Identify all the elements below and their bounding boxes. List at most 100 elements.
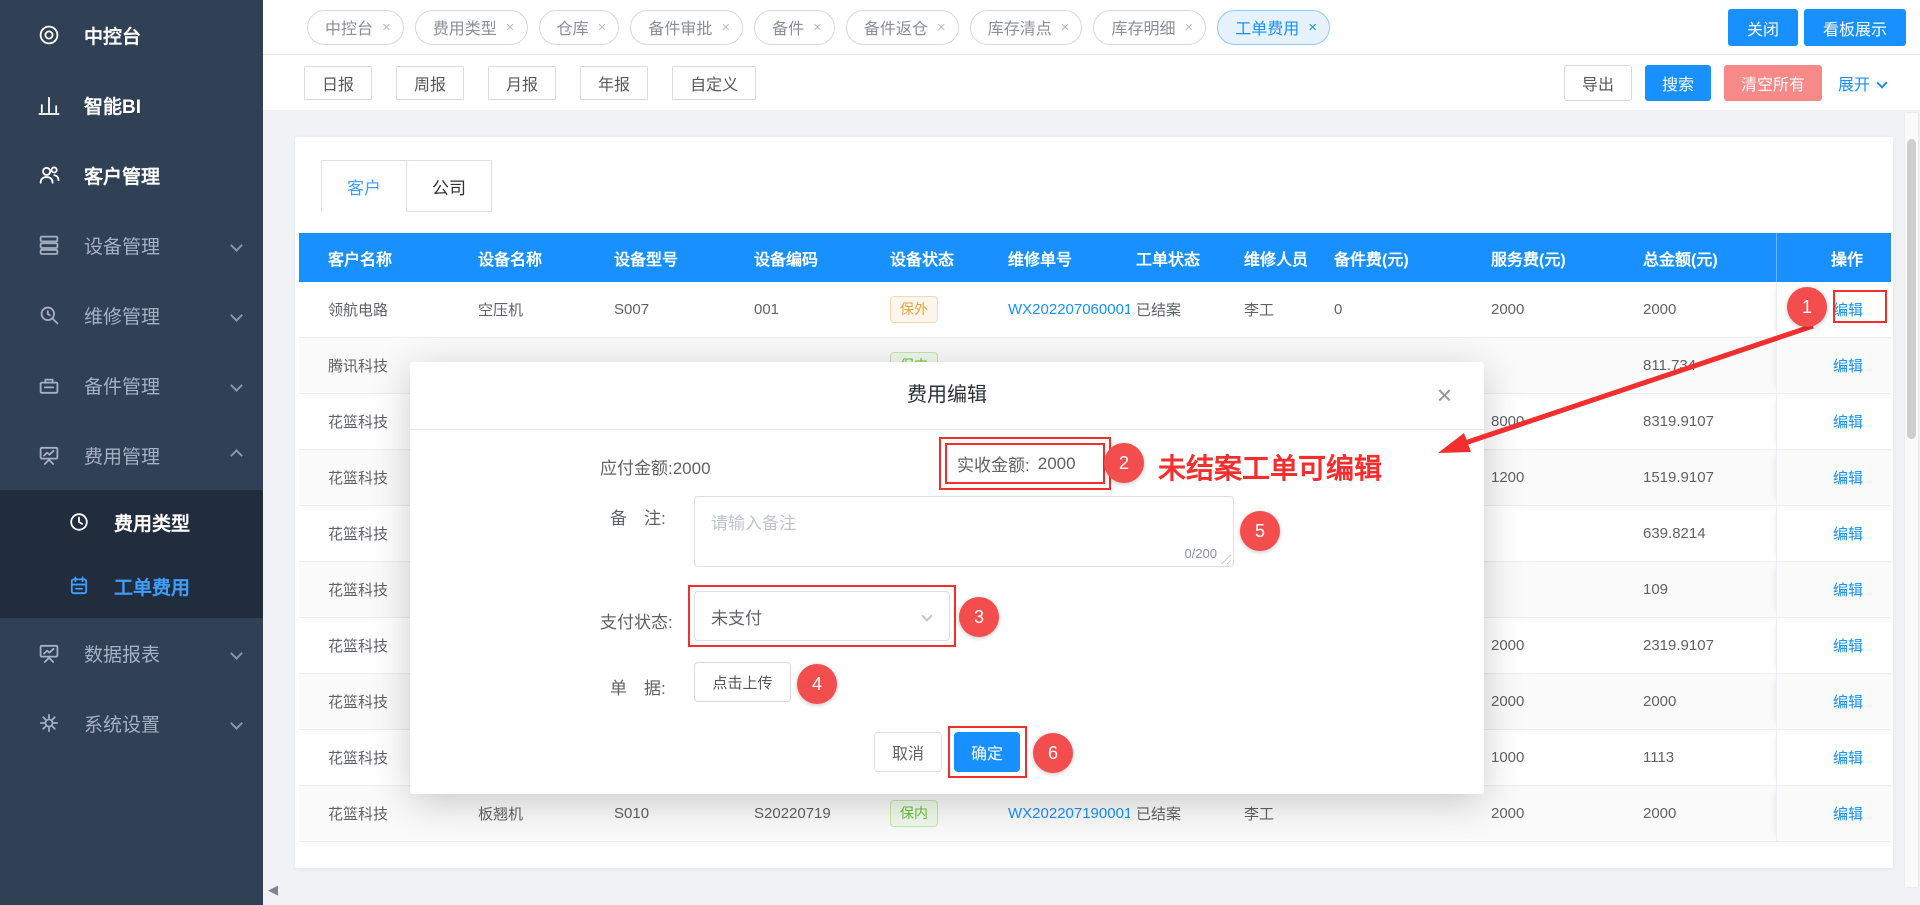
tab-公司[interactable]: 公司 [407, 160, 492, 212]
table-cell: 0 [1320, 301, 1465, 318]
received-amount-field[interactable]: 实收金额: 2000 [945, 443, 1105, 484]
close-tab-icon[interactable]: × [1308, 19, 1317, 36]
edit-link[interactable]: 编辑 [1833, 355, 1863, 376]
vertical-scrollbar-thumb[interactable] [1907, 139, 1916, 439]
cell-actions: 编辑 [1776, 562, 1891, 617]
table-cell: S007 [598, 301, 740, 318]
table-cell: 1200 [1465, 469, 1620, 486]
edit-link[interactable]: 编辑 [1833, 747, 1863, 768]
page-tab-备件返仓[interactable]: 备件返仓× [846, 10, 959, 45]
chevron-down-icon [230, 239, 243, 252]
close-tab-icon[interactable]: × [721, 19, 730, 36]
expand-link[interactable]: 展开 [1838, 71, 1886, 95]
confirm-button[interactable]: 确定 [954, 732, 1020, 772]
period-button-自定义[interactable]: 自定义 [672, 66, 756, 100]
sidebar-item-数据报表[interactable]: 数据报表 [0, 618, 263, 688]
sidebar-item-工单费用[interactable]: 工单费用 [0, 554, 263, 618]
sidebar-item-费用管理[interactable]: 费用管理 [0, 420, 263, 490]
edit-link[interactable]: 编辑 [1833, 299, 1863, 320]
page-tab-label: 费用类型 [433, 15, 497, 39]
close-button[interactable]: 关闭 [1728, 9, 1798, 46]
sidebar-item-中控台[interactable]: 中控台 [0, 0, 263, 70]
sidebar-item-label: 费用管理 [84, 442, 160, 469]
fee-edit-dialog: 费用编辑 × 应付金额:2000 实收金额: 2000 未结案工单可编辑 备 注… [410, 362, 1484, 794]
top-tab-bar: 中控台×费用类型×仓库×备件审批×备件×备件返仓×库存清点×库存明细×工单费用×… [263, 0, 1920, 55]
chevron-down-icon [1876, 77, 1887, 88]
close-tab-icon[interactable]: × [506, 19, 515, 36]
table-cell: 2000 [1465, 637, 1620, 654]
page-tab-label: 库存明细 [1111, 15, 1175, 39]
cell-actions: 编辑 [1776, 730, 1891, 785]
order-no-link[interactable]: WX202207060001 [1008, 301, 1130, 318]
edit-link[interactable]: 编辑 [1833, 691, 1863, 712]
edit-link[interactable]: 编辑 [1833, 579, 1863, 600]
page-tab-备件审批[interactable]: 备件审批× [630, 10, 743, 45]
tab-客户[interactable]: 客户 [321, 160, 407, 212]
column-header-设备型号: 设备型号 [598, 246, 740, 270]
close-tab-icon[interactable]: × [937, 19, 946, 36]
search-button[interactable]: 搜索 [1645, 65, 1711, 101]
reports-icon [36, 640, 62, 666]
textarea-resize-handle[interactable] [1221, 554, 1231, 564]
chevron-up-icon [230, 449, 243, 462]
table-cell: 001 [740, 301, 885, 318]
close-icon[interactable]: × [1437, 382, 1452, 408]
sidebar-item-设备管理[interactable]: 设备管理 [0, 210, 263, 280]
calendar-icon [66, 573, 92, 599]
upload-button[interactable]: 点击上传 [694, 662, 791, 702]
pay-status-select[interactable]: 未支付 [694, 591, 950, 641]
board-display-button[interactable]: 看板展示 [1804, 9, 1906, 46]
column-header-维修人员: 维修人员 [1230, 246, 1320, 270]
cell-actions: 编辑 [1776, 394, 1891, 449]
order-no-link[interactable]: WX202207190001 [1008, 805, 1130, 822]
close-tab-icon[interactable]: × [1061, 19, 1070, 36]
close-tab-icon[interactable]: × [813, 19, 822, 36]
close-tab-icon[interactable]: × [382, 19, 391, 36]
period-button-月报[interactable]: 月报 [488, 66, 556, 100]
page-tab-中控台[interactable]: 中控台× [307, 10, 404, 45]
annotation-circle-3: 3 [959, 597, 999, 637]
period-button-日报[interactable]: 日报 [304, 66, 372, 100]
period-buttons: 日报周报月报年报自定义 [304, 66, 780, 100]
edit-link[interactable]: 编辑 [1833, 523, 1863, 544]
annotation-circle-2: 2 [1104, 443, 1144, 483]
cell-actions: 编辑 [1776, 618, 1891, 673]
sidebar-item-备件管理[interactable]: 备件管理 [0, 350, 263, 420]
sidebar: 中控台智能BI客户管理设备管理维修管理备件管理费用管理费用类型工单费用数据报表系… [0, 0, 263, 905]
clear-all-button[interactable]: 清空所有 [1724, 65, 1822, 101]
table-cell: 李工 [1230, 803, 1320, 824]
page-tab-库存清点[interactable]: 库存清点× [970, 10, 1083, 45]
edit-link[interactable]: 编辑 [1833, 635, 1863, 656]
page-tab-费用类型[interactable]: 费用类型 × [415, 10, 528, 45]
horizontal-scroll-left-arrow[interactable]: ◀ [268, 882, 278, 898]
sidebar-item-label: 系统设置 [84, 710, 160, 737]
note-textarea[interactable]: 请输入备注 0/200 [694, 496, 1234, 567]
page-tab-工单费用[interactable]: 工单费用 × [1217, 10, 1330, 45]
vertical-scrollbar[interactable] [1904, 112, 1919, 888]
page-tab-库存明细[interactable]: 库存明细 × [1093, 10, 1206, 45]
column-header-总金额(元): 总金额(元) [1620, 246, 1776, 270]
chevron-down-icon [230, 717, 243, 730]
sidebar-item-label: 维修管理 [84, 302, 160, 329]
gear-icon [36, 710, 62, 736]
edit-link[interactable]: 编辑 [1833, 411, 1863, 432]
page-tab-仓库[interactable]: 仓库× [539, 10, 620, 45]
sidebar-item-label: 数据报表 [84, 640, 160, 667]
sidebar-item-系统设置[interactable]: 系统设置 [0, 688, 263, 758]
sidebar-item-智能BI[interactable]: 智能BI [0, 70, 263, 140]
sidebar-item-费用类型[interactable]: 费用类型 [0, 490, 263, 554]
edit-link[interactable]: 编辑 [1833, 467, 1863, 488]
cell-order-no: WX202207190001 [1000, 805, 1130, 822]
close-tab-icon[interactable]: × [598, 19, 607, 36]
period-button-年报[interactable]: 年报 [580, 66, 648, 100]
page-tab-备件[interactable]: 备件× [754, 10, 835, 45]
period-button-周报[interactable]: 周报 [396, 66, 464, 100]
close-tab-icon[interactable]: × [1184, 19, 1193, 36]
edit-link[interactable]: 编辑 [1833, 803, 1863, 824]
cancel-button[interactable]: 取消 [874, 732, 942, 772]
page-tab-label: 工单费用 [1235, 15, 1299, 39]
export-button[interactable]: 导出 [1564, 65, 1632, 101]
sidebar-item-客户管理[interactable]: 客户管理 [0, 140, 263, 210]
sidebar-item-维修管理[interactable]: 维修管理 [0, 280, 263, 350]
table-cell: 板翘机 [455, 803, 598, 824]
